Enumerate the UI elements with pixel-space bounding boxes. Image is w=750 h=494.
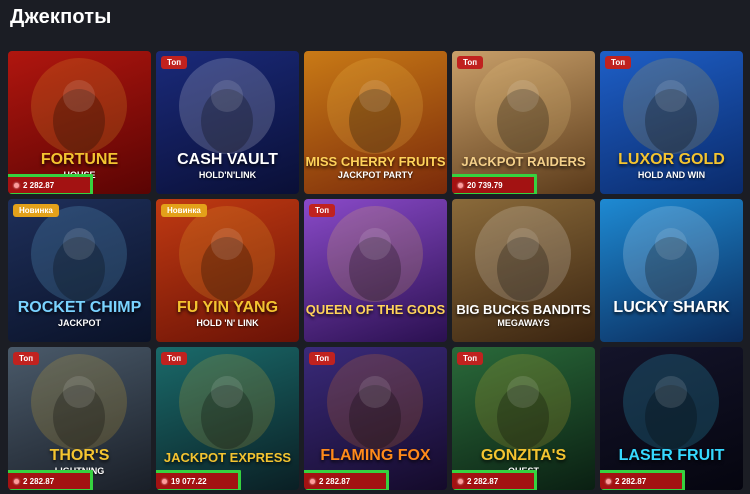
game-tile[interactable]: FORTUNEHOUSE2 282.87 [8, 51, 151, 194]
game-tile[interactable]: ТопGONZITA'SQUEST2 282.87 [452, 347, 595, 490]
game-tile[interactable]: Топ JACKPOT RAIDERS 20 739.79 [452, 51, 595, 194]
game-subtitle: MEGAWAYS [497, 318, 550, 328]
game-tile[interactable]: Новинка ROCKET CHIMP JACKPOT [8, 199, 151, 342]
game-artwork [179, 354, 275, 450]
jackpot-amount: 2 282.87 [452, 470, 537, 490]
game-artwork [623, 206, 719, 302]
jackpot-amount: 2 282.87 [8, 470, 93, 490]
game-tile[interactable]: Топ LUXOR GOLD HOLD AND WIN [600, 51, 743, 194]
game-artwork [623, 354, 719, 450]
game-tile[interactable]: Топ FLAMING FOX 2 282.87 [304, 347, 447, 490]
game-tile[interactable]: Топ QUEEN OF THE GODS [304, 199, 447, 342]
jackpot-amount: 20 739.79 [452, 174, 537, 194]
game-tile[interactable]: BIG BUCKS BANDITS MEGAWAYS [452, 199, 595, 342]
jackpot-amount: 2 282.87 [600, 470, 685, 490]
top-badge: Топ [161, 56, 188, 69]
jackpot-value: 2 282.87 [615, 476, 647, 486]
game-title: QUEEN OF THE GODS [305, 302, 446, 317]
game-title: FORTUNE [40, 151, 119, 168]
jackpot-amount: 19 077.22 [156, 470, 241, 490]
jackpot-coin-icon [606, 478, 611, 484]
jackpot-coin-icon [162, 478, 167, 484]
game-subtitle: HOLD 'N' LINK [196, 318, 259, 328]
page-title: Джекпоты [10, 6, 112, 28]
game-tile[interactable]: LUCKY SHARK [600, 199, 743, 342]
top-badge: Топ [605, 56, 632, 69]
game-title: LUCKY SHARK [613, 299, 730, 316]
jackpot-value: 20 739.79 [467, 180, 503, 190]
jackpot-value: 19 077.22 [171, 476, 207, 486]
jackpot-value: 2 282.87 [467, 476, 499, 486]
game-title: MISS CHERRY FRUITS [305, 154, 446, 169]
jackpot-amount: 2 282.87 [8, 174, 93, 194]
jackpot-amount: 2 282.87 [304, 470, 389, 490]
top-badge: Топ [309, 352, 336, 365]
top-badge: Топ [457, 56, 484, 69]
jackpot-value: 2 282.87 [23, 476, 55, 486]
game-tile[interactable]: Новинка FU YIN YANG HOLD 'N' LINK [156, 199, 299, 342]
jackpot-coin-icon [310, 478, 315, 484]
game-artwork [327, 206, 423, 302]
game-tile[interactable]: Топ JACKPOT EXPRESS 19 077.22 [156, 347, 299, 490]
game-title: ROCKET CHIMP [17, 299, 142, 316]
jackpot-coin-icon [14, 182, 19, 188]
game-tile[interactable]: ТопTHOR'SLIGHTNING2 282.87 [8, 347, 151, 490]
game-title: GONZITA'S [480, 447, 567, 464]
game-subtitle: HOLD AND WIN [637, 170, 706, 180]
game-title: LUXOR GOLD [618, 151, 725, 168]
game-title: FU YIN YANG [176, 299, 279, 316]
game-title: JACKPOT RAIDERS [461, 154, 586, 169]
game-tile[interactable]: MISS CHERRY FRUITS JACKPOT PARTY [304, 51, 447, 194]
game-title: LASER FRUIT [618, 447, 725, 464]
game-title: FLAMING FOX [320, 447, 431, 464]
game-tile[interactable]: LASER FRUIT 2 282.87 [600, 347, 743, 490]
game-title: BIG BUCKS BANDITS [456, 302, 591, 317]
top-badge: Топ [457, 352, 484, 365]
game-title: JACKPOT EXPRESS [163, 450, 292, 465]
game-artwork [475, 58, 571, 154]
game-subtitle: JACKPOT [57, 318, 101, 328]
game-subtitle: JACKPOT PARTY [337, 170, 414, 180]
game-tile[interactable]: Топ CASH VAULT HOLD'N'LINK [156, 51, 299, 194]
top-badge: Топ [13, 352, 40, 365]
top-badge: Топ [309, 204, 336, 217]
top-badge: Топ [161, 352, 188, 365]
jackpot-value: 2 282.87 [23, 180, 55, 190]
game-title: THOR'S [49, 447, 110, 464]
jackpot-games-grid: FORTUNEHOUSE2 282.87 Топ CASH VAULT HOLD'N'… [8, 51, 743, 490]
jackpot-coin-icon [458, 478, 463, 484]
new-badge: Новинка [161, 204, 207, 217]
jackpot-value: 2 282.87 [319, 476, 351, 486]
new-badge: Новинка [13, 204, 59, 217]
game-subtitle: HOLD'N'LINK [198, 170, 257, 180]
game-title: CASH VAULT [177, 151, 278, 168]
jackpot-coin-icon [458, 182, 463, 188]
game-artwork [327, 354, 423, 450]
jackpot-coin-icon [14, 478, 19, 484]
